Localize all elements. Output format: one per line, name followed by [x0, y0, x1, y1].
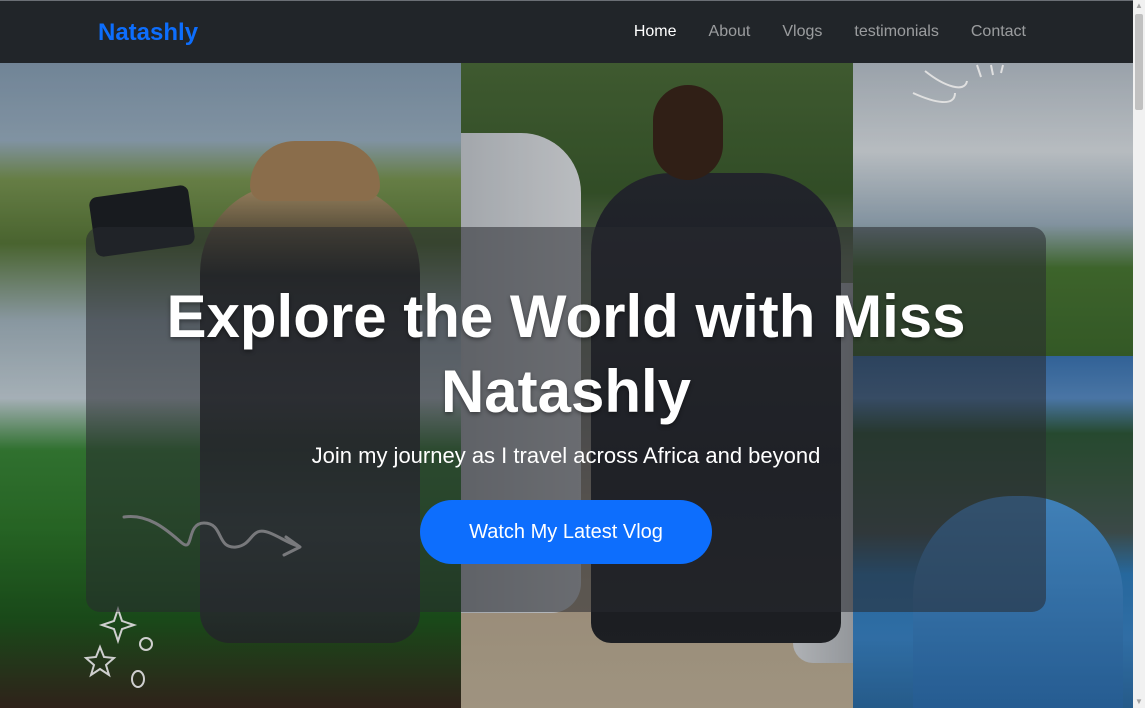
- nav-link-about[interactable]: About: [709, 23, 751, 41]
- hero-subtitle: Join my journey as I travel across Afric…: [311, 443, 821, 468]
- watch-latest-vlog-button[interactable]: Watch My Latest Vlog: [420, 500, 712, 564]
- brand-logo-link[interactable]: Natashly: [98, 19, 198, 47]
- hero-title: Explore the World with Miss Natashly: [166, 283, 966, 425]
- nav-links: Home About Vlogs testimonials Contact: [602, 23, 1026, 41]
- scroll-down-arrow-icon[interactable]: ▼: [1133, 696, 1145, 708]
- nav-link-testimonials[interactable]: testimonials: [854, 23, 938, 41]
- hero-section: Explore the World with Miss Natashly Joi…: [0, 63, 1133, 708]
- hero-caption-box: Explore the World with Miss Natashly Joi…: [86, 227, 1046, 612]
- nav-link-contact[interactable]: Contact: [971, 23, 1026, 41]
- window-top-edge: [0, 0, 1145, 1]
- scrollbar-thumb[interactable]: [1135, 14, 1143, 110]
- sparkle-stars-doodle: [83, 605, 153, 688]
- scroll-up-arrow-icon[interactable]: ▲: [1133, 0, 1145, 12]
- page-scrollbar[interactable]: ▲ ▼: [1133, 0, 1145, 708]
- burst-lines-doodle: [912, 64, 1004, 103]
- navbar: Natashly Home About Vlogs testimonials C…: [0, 1, 1133, 63]
- nav-link-vlogs[interactable]: Vlogs: [782, 23, 822, 41]
- nav-link-home[interactable]: Home: [634, 23, 677, 41]
